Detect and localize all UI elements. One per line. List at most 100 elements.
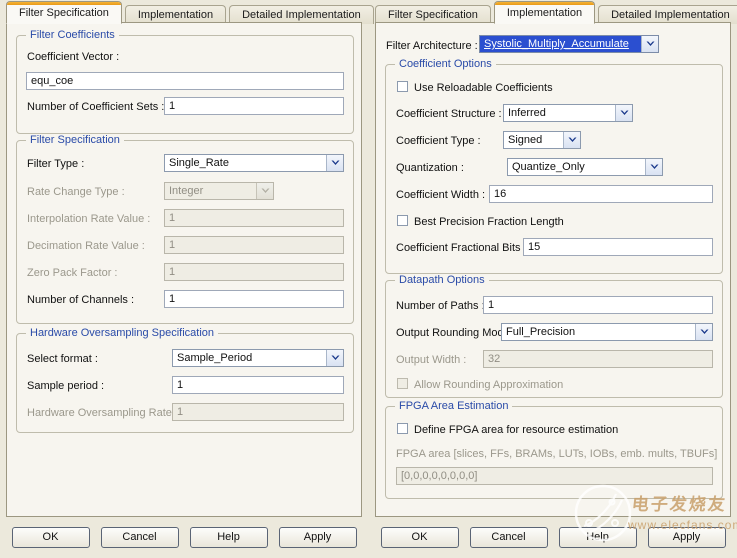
number-of-paths-input[interactable]: 1: [483, 296, 713, 314]
use-reloadable-coefficients-label: Use Reloadable Coefficients: [414, 82, 553, 95]
group-title: Filter Coefficients: [26, 29, 119, 41]
output-width-input: 32: [483, 350, 713, 368]
right-button-row: OK Cancel Help Apply: [375, 522, 731, 552]
output-rounding-mode-value: Full_Precision: [502, 324, 695, 340]
tab-label: Detailed Implementation: [611, 9, 730, 21]
coefficient-type-combo[interactable]: Signed: [503, 131, 581, 149]
left-tabstrip: Filter Specification Implementation Deta…: [6, 2, 377, 24]
number-of-channels-label: Number of Channels :: [27, 294, 134, 307]
output-rounding-mode-label: Output Rounding Mode :: [396, 327, 516, 340]
select-format-combo[interactable]: Sample_Period: [172, 349, 344, 367]
group-hardware-oversampling: Hardware Oversampling Specification Sele…: [16, 333, 354, 433]
chevron-down-icon[interactable]: [326, 350, 343, 366]
quantization-label: Quantization :: [396, 162, 464, 175]
cancel-button[interactable]: Cancel: [470, 527, 548, 548]
right-pane: Filter Specification Implementation Deta…: [369, 0, 737, 558]
group-title: FPGA Area Estimation: [395, 400, 512, 412]
rate-change-type-value: Integer: [165, 183, 256, 199]
left-pane: Filter Specification Implementation Deta…: [0, 0, 368, 558]
coefficient-structure-label: Coefficient Structure :: [396, 108, 502, 121]
chevron-down-icon[interactable]: [695, 324, 712, 340]
coefficient-fractional-bits-input[interactable]: 15: [523, 238, 713, 256]
tab-label: Implementation: [507, 7, 582, 19]
ok-button[interactable]: OK: [12, 527, 90, 548]
coefficient-width-input[interactable]: 16: [489, 185, 713, 203]
chevron-down-icon[interactable]: [326, 155, 343, 171]
help-button[interactable]: Help: [190, 527, 268, 548]
apply-button[interactable]: Apply: [279, 527, 357, 548]
coefficient-structure-value: Inferred: [504, 105, 615, 121]
coefficient-width-label: Coefficient Width :: [396, 189, 485, 202]
interpolation-rate-label: Interpolation Rate Value :: [27, 213, 150, 226]
decimation-rate-label: Decimation Rate Value :: [27, 240, 145, 253]
hardware-oversampling-rate-input: 1: [172, 403, 344, 421]
interpolation-rate-input: 1: [164, 209, 344, 227]
group-coefficient-options: Coefficient Options Use Reloadable Coeff…: [385, 64, 723, 274]
chevron-down-icon[interactable]: [563, 132, 580, 148]
tab-label: Filter Specification: [19, 7, 109, 19]
tab-implementation[interactable]: Implementation: [494, 1, 595, 24]
coefficient-vector-label: Coefficient Vector :: [27, 51, 119, 64]
best-precision-fraction-length-checkbox[interactable]: [397, 215, 408, 226]
left-tab-body: Filter Coefficients Coefficient Vector :…: [6, 22, 362, 517]
chevron-down-icon[interactable]: [615, 105, 632, 121]
right-tab-body: Filter Architecture : Systolic_Multiply_…: [375, 22, 731, 517]
help-button[interactable]: Help: [559, 527, 637, 548]
cancel-button[interactable]: Cancel: [101, 527, 179, 548]
chevron-down-icon[interactable]: [645, 159, 662, 175]
group-title: Hardware Oversampling Specification: [26, 327, 218, 339]
define-fpga-area-label: Define FPGA area for resource estimation: [414, 424, 618, 437]
filter-architecture-label: Filter Architecture :: [386, 40, 478, 53]
number-of-paths-label: Number of Paths :: [396, 300, 485, 313]
apply-button[interactable]: Apply: [648, 527, 726, 548]
zero-pack-factor-input: 1: [164, 263, 344, 281]
coefficient-type-label: Coefficient Type :: [396, 135, 481, 148]
group-fpga-area-estimation: FPGA Area Estimation Define FPGA area fo…: [385, 406, 723, 499]
filter-type-label: Filter Type :: [27, 158, 84, 171]
best-precision-fraction-length-label: Best Precision Fraction Length: [414, 216, 564, 229]
filter-type-value: Single_Rate: [165, 155, 326, 171]
coefficient-structure-combo[interactable]: Inferred: [503, 104, 633, 122]
group-title: Filter Specification: [26, 134, 124, 146]
coefficient-fractional-bits-label: Coefficient Fractional Bits :: [396, 242, 527, 255]
fpga-area-caption: FPGA area [slices, FFs, BRAMs, LUTs, IOB…: [396, 448, 717, 461]
ok-button[interactable]: OK: [381, 527, 459, 548]
tab-label: Detailed Implementation: [242, 9, 361, 21]
chevron-down-icon[interactable]: [641, 36, 658, 52]
group-title: Datapath Options: [395, 274, 489, 286]
sample-period-input[interactable]: 1: [172, 376, 344, 394]
allow-rounding-approximation-checkbox: [397, 378, 408, 389]
sample-period-label: Sample period :: [27, 380, 104, 393]
filter-architecture-value: Systolic_Multiply_Accumulate: [480, 36, 641, 52]
filter-architecture-combo[interactable]: Systolic_Multiply_Accumulate: [479, 35, 659, 53]
filter-type-combo[interactable]: Single_Rate: [164, 154, 344, 172]
output-rounding-mode-combo[interactable]: Full_Precision: [501, 323, 713, 341]
output-width-label: Output Width :: [396, 354, 466, 367]
tab-label: Implementation: [138, 9, 213, 21]
use-reloadable-coefficients-checkbox[interactable]: [397, 81, 408, 92]
fpga-area-input: [0,0,0,0,0,0,0,0]: [396, 467, 713, 485]
coefficient-type-value: Signed: [504, 132, 563, 148]
quantization-value: Quantize_Only: [508, 159, 645, 175]
tab-label: Filter Specification: [388, 9, 478, 21]
rate-change-type-combo: Integer: [164, 182, 274, 200]
rate-change-type-label: Rate Change Type :: [27, 186, 125, 199]
group-filter-coefficients: Filter Coefficients Coefficient Vector :…: [16, 35, 354, 134]
hardware-oversampling-rate-label: Hardware Oversampling Rate :: [27, 407, 178, 420]
number-of-channels-input[interactable]: 1: [164, 290, 344, 308]
select-format-value: Sample_Period: [173, 350, 326, 366]
left-button-row: OK Cancel Help Apply: [6, 522, 362, 552]
group-filter-specification: Filter Specification Filter Type : Singl…: [16, 140, 354, 324]
number-of-coefficient-sets-label: Number of Coefficient Sets :: [27, 101, 164, 114]
select-format-label: Select format :: [27, 353, 98, 366]
coefficient-vector-input[interactable]: equ_coe: [26, 72, 344, 90]
right-tabstrip: Filter Specification Implementation Deta…: [375, 2, 737, 24]
define-fpga-area-checkbox[interactable]: [397, 423, 408, 434]
allow-rounding-approximation-label: Allow Rounding Approximation: [414, 379, 563, 392]
tab-filter-specification[interactable]: Filter Specification: [6, 1, 122, 24]
quantization-combo[interactable]: Quantize_Only: [507, 158, 663, 176]
group-title: Coefficient Options: [395, 58, 496, 70]
group-datapath-options: Datapath Options Number of Paths : 1 Out…: [385, 280, 723, 398]
number-of-coefficient-sets-input[interactable]: 1: [164, 97, 344, 115]
decimation-rate-input: 1: [164, 236, 344, 254]
